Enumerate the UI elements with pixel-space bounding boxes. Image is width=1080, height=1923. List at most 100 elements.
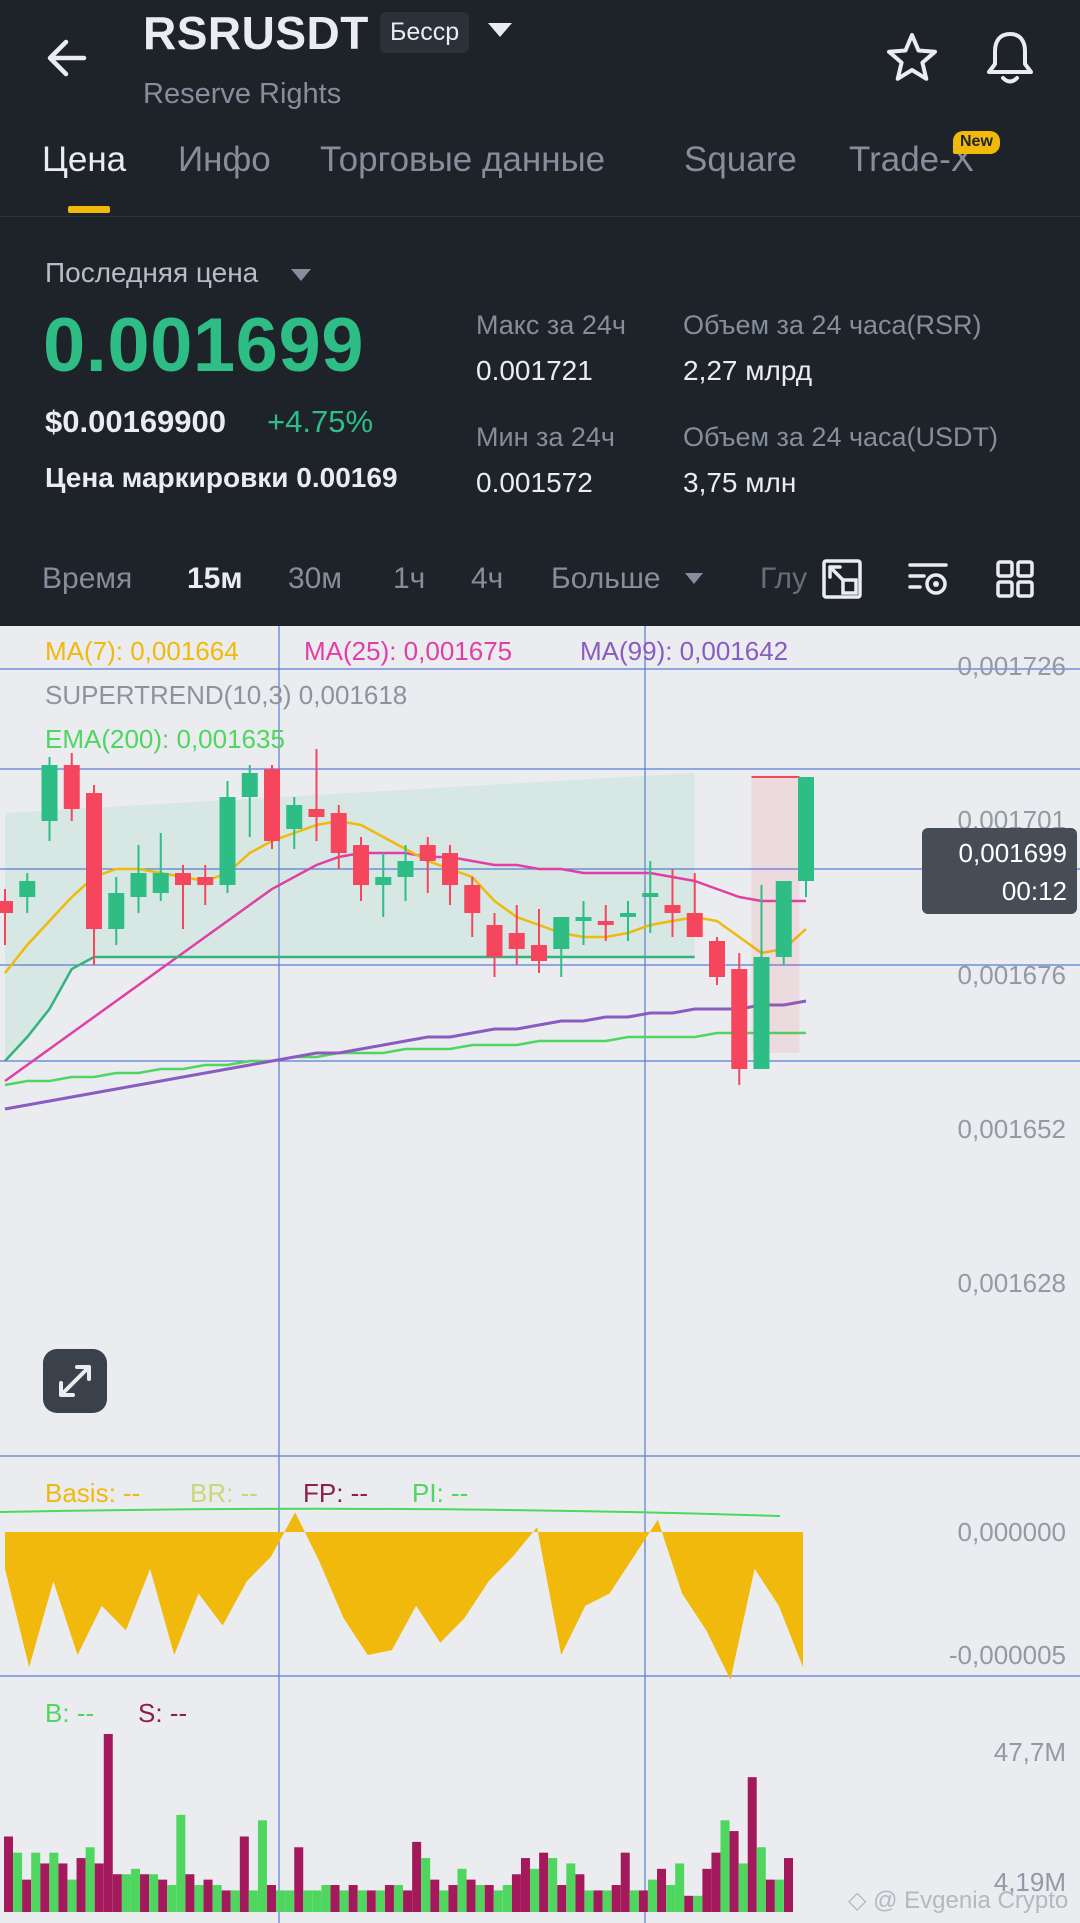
volume-bar-sell [40,1863,50,1912]
candle-up [620,913,636,917]
legend-ma7: MA(7): 0,001664 [45,636,239,666]
candle-up [152,873,169,893]
volume-bar-sell [412,1841,422,1912]
volume-bar-sell [711,1852,721,1912]
volume-bar-sell [620,1852,630,1912]
candle-up [753,957,770,1069]
more-dropdown-icon[interactable] [684,572,704,585]
candle-up [775,881,792,957]
tab-price[interactable]: Цена [42,140,126,180]
volume-bar-sell [765,1879,775,1912]
high-24h-value: 0.001721 [476,355,593,386]
volume-bar-buy [230,1890,240,1912]
oscillator-pi-line [0,1507,781,1517]
asset-name: Reserve Rights [143,78,342,110]
volume-bar-sell [684,1895,694,1912]
volume-bar-sell [575,1874,585,1912]
grid-layout-icon[interactable] [993,557,1037,601]
candle-up [286,805,303,829]
volume-usdt-label: Объем за 24 часа(USDT) [683,422,999,452]
volume-bar-buy [149,1874,159,1912]
notification-bell-icon[interactable] [982,28,1038,86]
volume-bar-sell [657,1868,667,1912]
volume-bar-buy [176,1814,186,1912]
candle-up [798,777,814,881]
volume-bar-buy [285,1890,295,1912]
volume-bar-sell [4,1836,13,1912]
candle-up [575,917,592,921]
mark-price: Цена маркировки 0.00169 [45,462,398,493]
candle-down [197,877,214,885]
interval-time[interactable]: Время [42,562,132,596]
price-axis-label: 0,001726 [957,651,1066,681]
volume-bar-sell [539,1852,549,1912]
volume-bar-buy [720,1820,730,1912]
favorite-star-icon[interactable] [884,30,940,86]
volume-bar-buy [85,1847,95,1912]
last-price-label[interactable]: Последняя цена [45,257,258,289]
interval-30m[interactable]: 30м [288,562,342,596]
volume-bar-sell [221,1890,231,1912]
chart-area[interactable]: MA(7): 0,001664 MA(25): 0,001675 MA(99):… [0,626,1080,1923]
volume-bar-buy [693,1895,703,1912]
tab-square[interactable]: Square [684,140,797,180]
candle-down [508,933,525,949]
volume-bar-sell [348,1885,358,1912]
header: RSRUSDT Бесср Reserve Rights [0,0,1080,120]
volume-bar-buy [357,1890,367,1912]
volume-bar-buy [566,1863,576,1912]
price-axis-label: 0,001628 [957,1268,1066,1298]
legend-ma99: MA(99): 0,001642 [580,636,789,666]
candle-down [531,945,547,961]
volume-bar-buy [756,1847,766,1912]
volume-bar-buy [602,1890,612,1912]
candle-up [397,861,414,877]
tab-info[interactable]: Инфо [178,140,271,180]
tab-trading-data[interactable]: Торговые данные [320,140,605,180]
supertrend-line [4,955,695,1062]
volume-bar-sell [729,1831,739,1912]
volume-bar-buy [130,1868,140,1912]
low-24h-label: Мин за 24ч [476,422,615,452]
volume-bar-sell [103,1734,113,1912]
volume-bar-sell [185,1874,195,1912]
volume-bar-buy [647,1879,657,1912]
interval-15m[interactable]: 15м [187,562,243,596]
new-badge: New [953,131,1000,154]
volume-bar-sell [58,1863,68,1912]
legend-basis: Basis: -- [45,1478,141,1508]
price-change-percent: +4.75% [267,404,374,439]
volume-bar-buy [421,1858,431,1912]
legend-supertrend: SUPERTREND(10,3) 0,001618 [45,680,408,710]
back-arrow-icon[interactable] [40,28,100,88]
interval-more[interactable]: Больше [551,562,661,596]
symbol-title[interactable]: RSRUSDT [143,6,369,60]
volume-bar-buy [774,1879,784,1912]
expand-arrows-icon [59,1365,91,1397]
interval-4h[interactable]: 4ч [471,562,503,596]
volume-bar-sell [330,1885,340,1912]
volume-bar-sell [140,1874,150,1912]
usd-price: $0.00169900 [45,404,227,439]
volume-bar-sell [403,1890,413,1912]
expand-chart-button[interactable] [43,1349,107,1413]
candle-down [664,905,681,913]
legend-pi: PI: -- [412,1478,469,1508]
volume-bar-buy [666,1885,676,1912]
volume-bar-buy [303,1890,313,1912]
last-price: 0.001699 [43,303,364,388]
volume-bar-sell [702,1868,712,1912]
volume-bar-buy [121,1874,131,1912]
last-price-dropdown-icon[interactable] [290,268,312,282]
volume-bar-sell [76,1858,86,1912]
indicator-settings-icon[interactable] [906,557,950,601]
candle-up [41,765,58,821]
volume-bar-sell [430,1879,440,1912]
legend-ema200: EMA(200): 0,001635 [45,724,285,754]
symbol-dropdown-icon[interactable] [486,20,514,40]
interval-1h[interactable]: 1ч [393,562,425,596]
legend-buy-volume: B: -- [45,1698,95,1728]
chart-fullscreen-icon[interactable] [820,557,864,601]
interval-depth[interactable]: Глу [760,562,810,596]
current-price-tag: 0,001699 00:12 [922,828,1077,914]
